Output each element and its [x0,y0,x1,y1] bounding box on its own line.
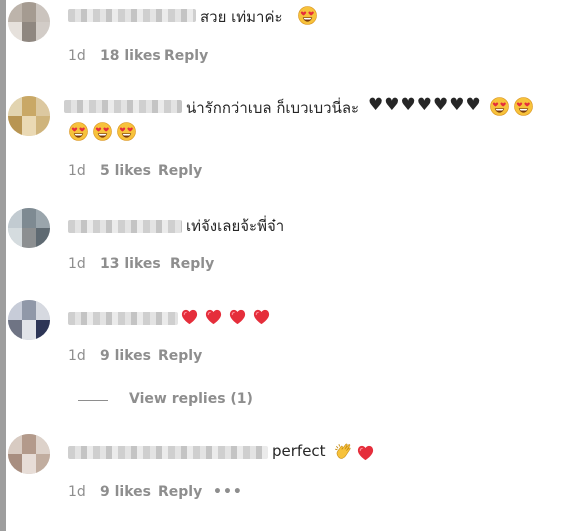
heart-eyes-icon [490,97,509,116]
black-hearts: ♥ ♥ ♥ ♥ ♥ ♥ ♥ [368,96,481,114]
heart-eyes-icon [117,122,136,141]
comment-text: เท่จังเลยจ้ะพี่จ๋า [186,217,285,235]
avatar[interactable] [8,2,50,42]
comment-meta: 1d 5 likes Reply [68,163,268,181]
comment-5: perfect 1d 9 likes Reply ••• [6,428,569,528]
avatar[interactable] [8,208,50,248]
black-heart-icon: ♥ [449,95,465,115]
comment-2: น่ารักกว่าเบล ก็เบวเบวนี่ละ ♥ ♥ ♥ ♥ ♥ ♥ … [6,86,569,196]
reply-button[interactable]: Reply [164,48,208,64]
black-heart-icon: ♥ [368,95,384,115]
more-options-button[interactable]: ••• [213,484,243,500]
black-heart-icon: ♥ [433,95,449,115]
view-replies-button[interactable]: View replies (1) [129,391,253,407]
avatar[interactable] [8,434,50,474]
timestamp[interactable]: 1d [68,348,86,364]
username-blurred[interactable] [68,9,196,22]
comment-meta: 1d 9 likes Reply ••• [68,484,268,502]
comment-meta: 1d 9 likes Reply [68,348,268,366]
likes-count[interactable]: 13 likes [100,256,161,272]
replies-divider [78,400,108,401]
heart-eyes-icon [514,97,533,116]
comment-meta: 1d 13 likes Reply [68,256,268,274]
heart-eyes-icon [93,122,112,141]
red-heart-icon [356,443,375,462]
likes-count[interactable]: 9 likes [100,348,151,364]
heart-eyes-icon [69,122,88,141]
timestamp[interactable]: 1d [68,163,86,179]
black-heart-icon: ♥ [465,95,481,115]
comment-text: น่ารักกว่าเบล ก็เบวเบวนี่ละ [186,99,360,117]
comment-text: สวย เท่มาค่ะ [200,8,283,26]
black-heart-icon: ♥ [384,95,400,115]
reply-button[interactable]: Reply [158,348,202,364]
timestamp[interactable]: 1d [68,48,86,64]
clap-icon [334,442,354,462]
comment-meta: 1d 18 likes Reply [68,48,268,66]
avatar[interactable] [8,300,50,340]
black-heart-icon: ♥ [400,95,416,115]
reply-button[interactable]: Reply [158,484,202,500]
comment-4: 1d 9 likes Reply View replies (1) [6,292,569,412]
username-blurred[interactable] [68,220,182,233]
red-heart-icon [252,307,271,326]
timestamp[interactable]: 1d [68,256,86,272]
likes-count[interactable]: 18 likes [100,48,161,64]
red-heart-icon [180,307,199,326]
likes-count[interactable]: 9 likes [100,484,151,500]
red-heart-icon [228,307,247,326]
heart-eyes-icon [298,6,317,25]
username-blurred[interactable] [68,312,178,325]
reply-button[interactable]: Reply [170,256,214,272]
comment-1: สวย เท่มาค่ะ 1d 18 likes Reply [6,0,569,80]
timestamp[interactable]: 1d [68,484,86,500]
reply-button[interactable]: Reply [158,163,202,179]
likes-count[interactable]: 5 likes [100,163,151,179]
black-heart-icon: ♥ [416,95,432,115]
avatar[interactable] [8,96,50,136]
username-blurred[interactable] [68,446,268,459]
comment-text: perfect [272,442,326,460]
comment-3: เท่จังเลยจ้ะพี่จ๋า 1d 13 likes Reply [6,200,569,290]
username-blurred[interactable] [64,100,182,113]
red-heart-icon [204,307,223,326]
